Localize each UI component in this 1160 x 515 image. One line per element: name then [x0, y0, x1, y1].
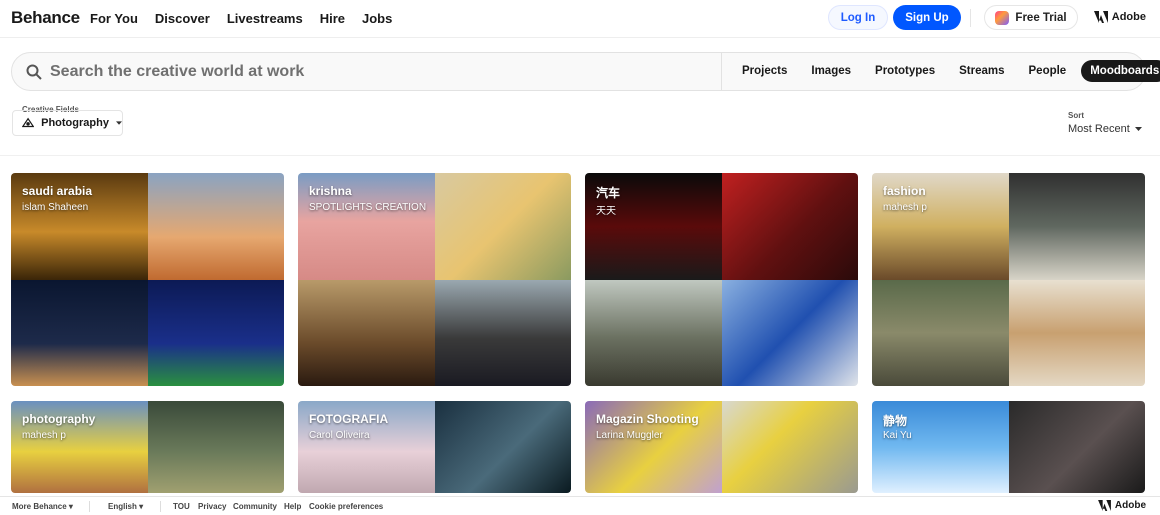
- language-label: English: [108, 502, 137, 511]
- moodboard-owner: 天天: [596, 206, 616, 217]
- moodboard-thumb: [721, 173, 858, 280]
- moodboard-card[interactable]: 汽车 天天: [585, 173, 858, 386]
- creative-cloud-icon: [995, 10, 1010, 25]
- moodboard-title: fashion: [883, 184, 926, 198]
- moodboard-owner: Larina Muggler: [596, 430, 663, 441]
- moodboard-title: krishna: [309, 184, 352, 198]
- moodboard-card[interactable]: saudi arabia islam Shaheen: [11, 173, 284, 386]
- footer-link-community[interactable]: Community: [233, 502, 277, 511]
- search-input[interactable]: [50, 62, 650, 82]
- moodboard-card[interactable]: fashion mahesh p: [872, 173, 1145, 386]
- footer-divider: [160, 501, 161, 512]
- language-selector[interactable]: English ▾: [108, 502, 143, 511]
- moodboard-thumb: [11, 279, 148, 386]
- adobe-icon: [1093, 11, 1108, 23]
- header-divider: [970, 9, 971, 27]
- creative-field-value: Photography: [41, 117, 109, 129]
- footer-link-help[interactable]: Help: [284, 502, 301, 511]
- footer-adobe-link[interactable]: Adobe: [1097, 500, 1146, 511]
- moodboard-title: saudi arabia: [22, 184, 93, 198]
- moodboard-title: 汽车: [596, 186, 621, 200]
- moodboard-thumb: [721, 279, 858, 386]
- footer: More Behance ▾ English ▾ TOU Privacy Com…: [0, 496, 1160, 515]
- chevron-down-icon: [1134, 126, 1142, 131]
- moodboard-thumb: [434, 173, 571, 280]
- moodboard-owner: SPOTLIGHTS CREATION: [309, 202, 427, 213]
- tab-projects[interactable]: Projects: [733, 60, 796, 82]
- sort-label: Sort: [1068, 111, 1084, 120]
- nav-hire[interactable]: Hire: [320, 11, 345, 26]
- moodboard-thumb: [872, 279, 1009, 386]
- moodboard-owner: mahesh p: [883, 202, 927, 213]
- footer-link-privacy[interactable]: Privacy: [198, 502, 226, 511]
- section-divider: [0, 155, 1160, 156]
- adobe-label: Adobe: [1111, 11, 1146, 23]
- moodboard-title: Magazin Shooting: [596, 412, 699, 426]
- moodboard-thumb: [147, 173, 284, 280]
- behance-logo[interactable]: Behance: [11, 8, 80, 28]
- login-button[interactable]: Log In: [828, 5, 888, 30]
- moodboard-owner: islam Shaheen: [22, 202, 89, 213]
- moodboard-thumb: [721, 401, 858, 493]
- search-type-tabs: Projects Images Prototypes Streams Peopl…: [733, 60, 1160, 82]
- chevron-down-icon: [115, 120, 122, 125]
- moodboard-thumb: [434, 279, 571, 386]
- moodboard-title: 静物: [883, 414, 908, 428]
- moodboard-thumb: [298, 279, 435, 386]
- moodboard-thumb: [585, 279, 722, 386]
- moodboard-title: photography: [22, 412, 96, 426]
- moodboard-thumb: [147, 279, 284, 386]
- main-nav: For You Discover Livestreams Hire Jobs: [90, 11, 409, 26]
- search-divider: [721, 53, 722, 90]
- nav-livestreams[interactable]: Livestreams: [227, 11, 303, 26]
- moodboard-thumb: [1008, 173, 1145, 280]
- nav-jobs[interactable]: Jobs: [362, 11, 392, 26]
- moodboard-thumb: [434, 401, 571, 493]
- signup-button[interactable]: Sign Up: [893, 5, 961, 30]
- tab-moodboards[interactable]: Moodboards: [1081, 60, 1160, 82]
- search-bar: Projects Images Prototypes Streams Peopl…: [11, 52, 1160, 91]
- moodboard-owner: mahesh p: [22, 430, 66, 441]
- moodboard-thumb: [147, 401, 284, 493]
- top-navigation: Behance For You Discover Livestreams Hir…: [0, 0, 1160, 38]
- moodboard-owner: Carol Oliveira: [309, 430, 370, 441]
- more-behance-link[interactable]: More Behance ▾: [12, 502, 73, 511]
- creative-field-dropdown[interactable]: Photography: [12, 110, 123, 136]
- moodboard-card[interactable]: FOTOGRAFIA Carol Oliveira: [298, 401, 571, 493]
- footer-link-tou[interactable]: TOU: [173, 502, 190, 511]
- moodboard-card[interactable]: krishna SPOTLIGHTS CREATION: [298, 173, 571, 386]
- nav-discover[interactable]: Discover: [155, 11, 210, 26]
- moodboard-card[interactable]: 静物 Kai Yu: [872, 401, 1145, 493]
- moodboard-thumb: [1008, 279, 1145, 386]
- moodboard-thumb: [1008, 401, 1145, 493]
- footer-link-cookie-preferences[interactable]: Cookie preferences: [309, 502, 383, 511]
- moodboard-card[interactable]: Magazin Shooting Larina Muggler: [585, 401, 858, 493]
- adobe-link[interactable]: Adobe: [1093, 11, 1146, 23]
- adobe-icon: [1097, 500, 1111, 511]
- tab-prototypes[interactable]: Prototypes: [866, 60, 944, 82]
- tab-people[interactable]: People: [1020, 60, 1076, 82]
- sort-dropdown[interactable]: Most Recent: [1068, 123, 1142, 135]
- moodboard-owner: Kai Yu: [883, 430, 912, 441]
- sort-value: Most Recent: [1068, 123, 1130, 135]
- moodboard-title: FOTOGRAFIA: [309, 412, 389, 426]
- free-trial-button[interactable]: Free Trial: [984, 5, 1078, 30]
- footer-divider: [89, 501, 90, 512]
- search-icon: [26, 64, 42, 80]
- nav-for-you[interactable]: For You: [90, 11, 138, 26]
- more-behance-label: More Behance: [12, 502, 67, 511]
- free-trial-label: Free Trial: [1015, 11, 1067, 24]
- tab-streams[interactable]: Streams: [950, 60, 1013, 82]
- moodboard-card[interactable]: photography mahesh p: [11, 401, 284, 493]
- camera-icon: [22, 117, 35, 128]
- footer-adobe-label: Adobe: [1114, 500, 1146, 511]
- tab-images[interactable]: Images: [802, 60, 860, 82]
